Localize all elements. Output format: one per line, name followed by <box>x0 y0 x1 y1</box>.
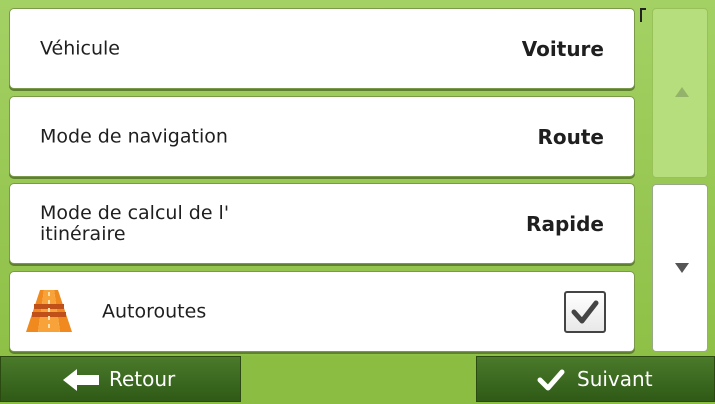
next-button[interactable]: Suivant <box>476 356 715 402</box>
scroll-position-marker <box>640 8 646 22</box>
motorways-row[interactable]: Autoroutes <box>9 271 635 352</box>
check-icon <box>537 369 565 391</box>
scroll-up-button[interactable] <box>652 8 708 178</box>
vehicle-row[interactable]: Véhicule Voiture <box>9 8 635 89</box>
route-calc-mode-label: Mode de calcul de l' itinéraire <box>40 201 230 245</box>
next-label: Suivant <box>577 367 653 391</box>
navigation-mode-row[interactable]: Mode de navigation Route <box>9 96 635 177</box>
back-button[interactable]: Retour <box>0 356 241 402</box>
motorway-icon <box>24 288 74 336</box>
route-calc-mode-row[interactable]: Mode de calcul de l' itinéraire Rapide <box>9 183 635 264</box>
navigation-mode-label: Mode de navigation <box>40 125 228 147</box>
arrow-down-icon <box>675 263 689 273</box>
back-label: Retour <box>109 367 176 391</box>
motorways-checkbox[interactable] <box>564 290 606 333</box>
scroll-down-button[interactable] <box>652 184 708 352</box>
arrow-left-icon <box>63 369 99 391</box>
checkmark-icon <box>571 300 599 323</box>
vehicle-value: Voiture <box>521 36 604 61</box>
motorways-label: Autoroutes <box>102 300 207 322</box>
navigation-mode-value: Route <box>537 124 604 149</box>
bottom-bar: Retour Suivant <box>0 356 715 404</box>
vehicle-label: Véhicule <box>40 37 120 59</box>
route-calc-mode-value: Rapide <box>526 211 604 236</box>
arrow-up-icon <box>675 87 689 97</box>
